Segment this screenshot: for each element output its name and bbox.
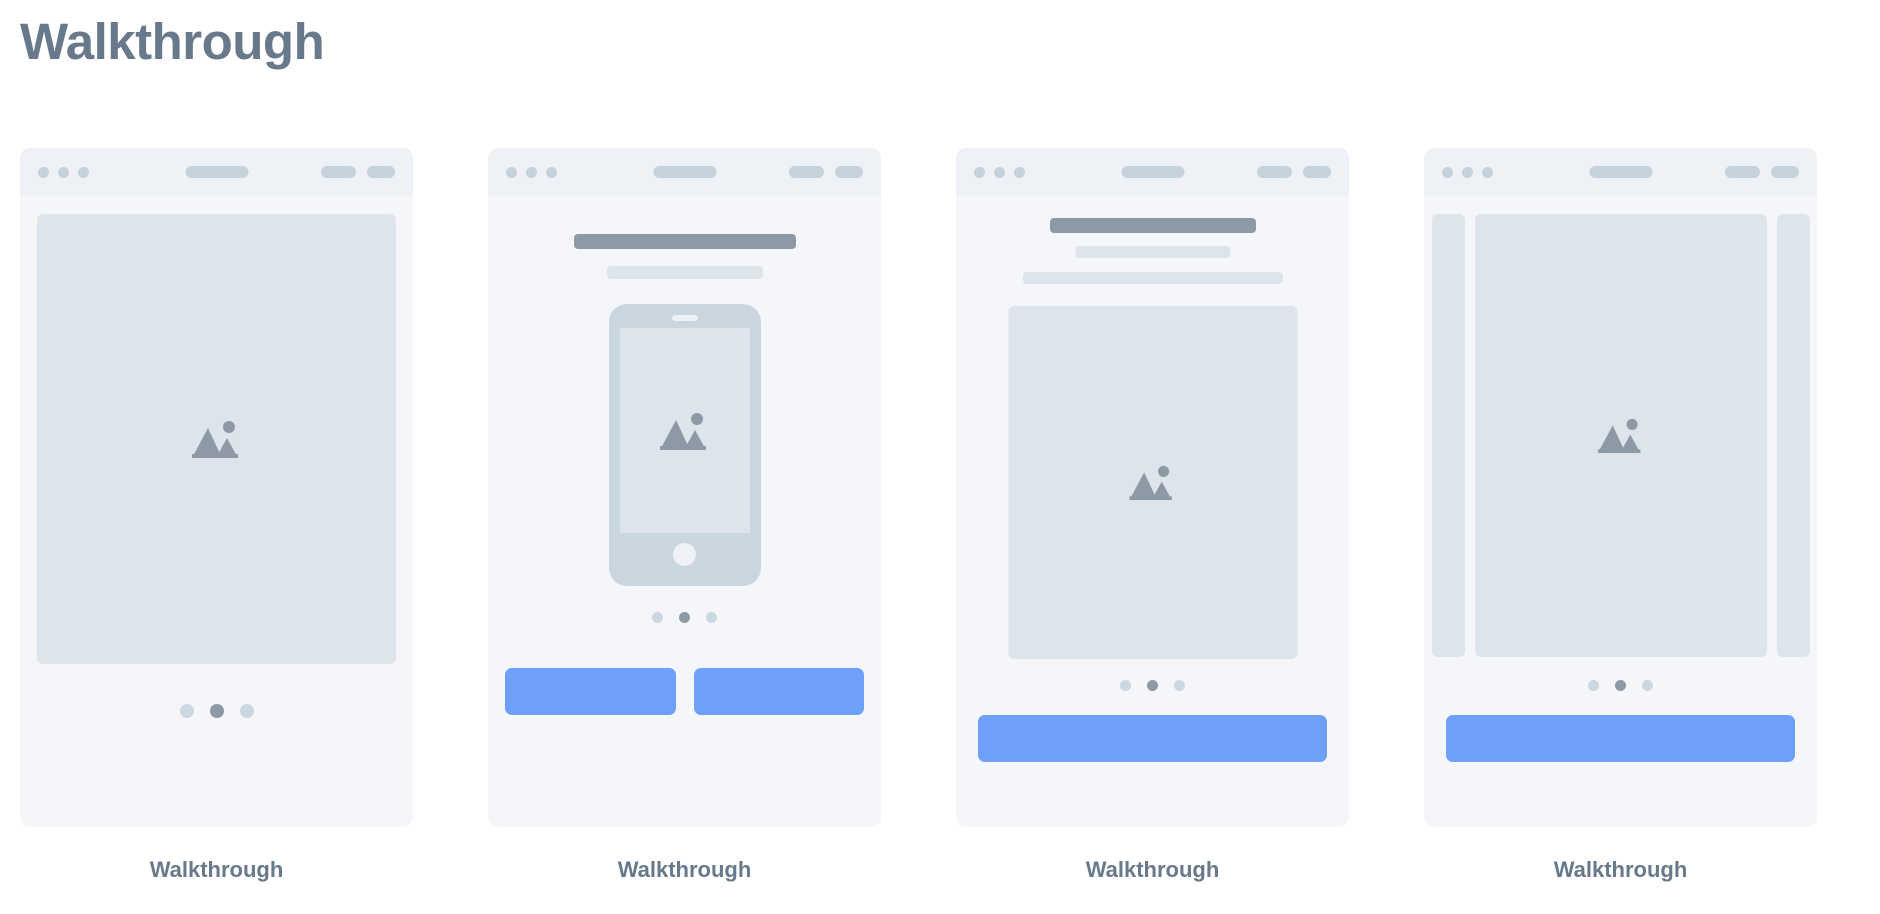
carousel-peek-right[interactable] (1776, 214, 1810, 657)
walkthrough-card-4[interactable]: Walkthrough (1424, 148, 1817, 883)
chrome-controls (789, 166, 863, 178)
carousel-stage (1424, 214, 1817, 657)
traffic-dot-icon (526, 166, 537, 178)
image-mountain-icon (191, 421, 238, 458)
walkthrough-card-1[interactable]: Walkthrough (20, 148, 413, 883)
chrome-control-pill[interactable] (321, 166, 356, 178)
chrome-control-pill[interactable] (1303, 166, 1331, 178)
subtitle-placeholder-bar (606, 266, 763, 279)
chrome-control-pill[interactable] (1257, 166, 1292, 178)
card-caption: Walkthrough (617, 857, 752, 882)
image-placeholder (1008, 306, 1297, 659)
pagination-dots-4[interactable] (1424, 680, 1817, 691)
walkthrough-card-2[interactable]: Walkthrough (488, 148, 881, 883)
pagination-dot[interactable] (179, 704, 194, 718)
traffic-dot-icon (1442, 166, 1453, 178)
card-caption: Walkthrough (1553, 857, 1688, 882)
chrome-control-pill[interactable] (1725, 166, 1760, 178)
card-body-1 (20, 196, 413, 827)
pagination-dot[interactable] (1174, 680, 1185, 691)
subtitle-placeholder-bar (1022, 272, 1283, 284)
pagination-dot[interactable] (1588, 680, 1599, 691)
card-frame-4[interactable] (1424, 148, 1817, 827)
pagination-dot[interactable] (652, 612, 663, 623)
chrome-control-pill[interactable] (835, 166, 863, 178)
chrome-control-pill[interactable] (1771, 166, 1799, 178)
card-frame-1[interactable] (20, 148, 413, 827)
traffic-dot-icon (58, 166, 69, 178)
card-frame-3[interactable] (956, 148, 1349, 827)
walkthrough-card-3[interactable]: Walkthrough (956, 148, 1349, 883)
browser-chrome-3 (956, 148, 1349, 196)
pagination-dot[interactable] (239, 704, 254, 718)
browser-chrome-4 (1424, 148, 1817, 196)
pagination-dot-active[interactable] (679, 612, 690, 623)
headline-placeholder-bar (1049, 218, 1256, 233)
secondary-action-button[interactable] (505, 668, 676, 715)
phone-screen (619, 328, 750, 533)
card-body-3 (956, 196, 1349, 827)
card-caption: Walkthrough (149, 857, 284, 882)
pagination-dot-active[interactable] (209, 704, 224, 718)
traffic-light-dots (974, 166, 1025, 178)
pagination-dot-active[interactable] (1147, 680, 1158, 691)
traffic-dot-icon (1014, 166, 1025, 178)
traffic-dot-icon (1462, 166, 1473, 178)
pagination-dot[interactable] (706, 612, 717, 623)
card-frame-2[interactable] (488, 148, 881, 827)
phone-speaker-icon (671, 315, 698, 321)
phone-home-button-icon (673, 543, 696, 566)
chrome-controls (1257, 166, 1331, 178)
carousel-active-slide[interactable] (1474, 214, 1767, 657)
headline-placeholder-bar (573, 234, 796, 249)
card-grid: Walkthrough Walkthrough Walkthrough Walk… (20, 148, 1870, 883)
pagination-dot[interactable] (1120, 680, 1131, 691)
browser-chrome-2 (488, 148, 881, 196)
walkthrough-page: Walkthrough Walkthrough Walkthrough Walk… (0, 0, 1880, 914)
pagination-dot[interactable] (1642, 680, 1653, 691)
card-body-4 (1424, 196, 1817, 827)
url-bar-placeholder[interactable] (185, 166, 248, 178)
pagination-dots-3[interactable] (956, 680, 1349, 691)
card-actions-2 (505, 668, 864, 715)
traffic-dot-icon (38, 166, 49, 178)
image-mountain-icon (659, 412, 706, 450)
primary-action-button[interactable] (1446, 715, 1795, 762)
traffic-dot-icon (1482, 166, 1493, 178)
pagination-dots-1[interactable] (20, 704, 413, 718)
primary-action-button[interactable] (978, 715, 1327, 762)
image-placeholder (37, 214, 396, 664)
card-body-2 (488, 196, 881, 827)
pagination-dot-active[interactable] (1615, 680, 1626, 691)
traffic-light-dots (506, 166, 557, 178)
image-mountain-icon (1129, 465, 1172, 501)
traffic-light-dots (1442, 166, 1493, 178)
url-bar-placeholder[interactable] (1121, 166, 1184, 178)
chrome-controls (1725, 166, 1799, 178)
carousel-peek-left[interactable] (1431, 214, 1465, 657)
browser-chrome-1 (20, 148, 413, 196)
traffic-dot-icon (994, 166, 1005, 178)
traffic-dot-icon (506, 166, 517, 178)
traffic-light-dots (38, 166, 89, 178)
primary-action-button[interactable] (693, 668, 864, 715)
subtitle-placeholder-bar (1075, 246, 1230, 258)
chrome-control-pill[interactable] (789, 166, 824, 178)
phone-mockup-icon (608, 304, 761, 586)
chrome-controls (321, 166, 395, 178)
chrome-control-pill[interactable] (367, 166, 395, 178)
url-bar-placeholder[interactable] (653, 166, 716, 178)
url-bar-placeholder[interactable] (1589, 166, 1652, 178)
traffic-dot-icon (546, 166, 557, 178)
pagination-dots-2[interactable] (488, 612, 881, 623)
card-caption: Walkthrough (1085, 857, 1220, 882)
page-title: Walkthrough (20, 13, 325, 70)
traffic-dot-icon (974, 166, 985, 178)
image-mountain-icon (1597, 418, 1640, 454)
traffic-dot-icon (78, 166, 89, 178)
